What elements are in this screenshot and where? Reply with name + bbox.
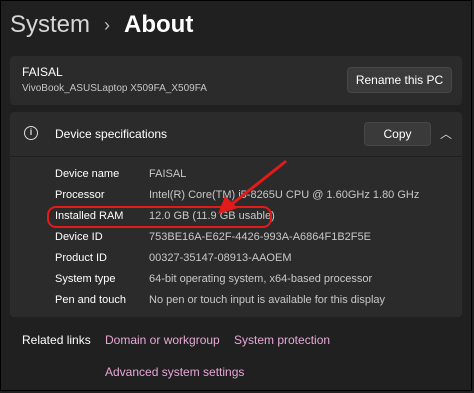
- spec-value: Intel(R) Core(TM) i5-8265U CPU @ 1.60GHz…: [149, 189, 420, 201]
- spec-value: 64-bit operating system, x64-based proce…: [149, 273, 373, 285]
- copy-button[interactable]: Copy: [364, 122, 431, 146]
- spec-label: Processor: [55, 189, 105, 201]
- spec-value: 00327-35147-08913-AAOEM: [149, 252, 292, 264]
- rename-pc-button[interactable]: Rename this PC: [347, 67, 452, 93]
- related-links-label: Related links: [22, 333, 91, 347]
- spec-label: Product ID: [55, 252, 107, 264]
- spec-label: Device name: [55, 168, 120, 180]
- installed-ram-highlight: [47, 206, 272, 228]
- spec-value: FAISAL: [149, 168, 187, 180]
- device-card: FAISAL VivoBook_ASUSLaptop X509FA_X509FA…: [10, 56, 462, 105]
- spec-label: Pen and touch: [55, 294, 126, 306]
- device-model: VivoBook_ASUSLaptop X509FA_X509FA: [22, 83, 207, 94]
- info-icon: i: [24, 126, 38, 140]
- spec-value: 753BE16A-E62F-4426-993A-A6864F1B2F5E: [149, 231, 371, 243]
- spec-label: System type: [55, 273, 116, 285]
- breadcrumb: System › About: [10, 10, 193, 40]
- specs-title: Device specifications: [55, 127, 168, 141]
- link-advanced-system-settings[interactable]: Advanced system settings: [105, 365, 244, 379]
- chevron-up-icon[interactable]: ︿: [440, 125, 452, 142]
- device-name-heading: FAISAL: [22, 65, 63, 79]
- spec-value: No pen or touch input is available for t…: [149, 294, 386, 306]
- page-title: About: [124, 11, 194, 38]
- spec-label: Device ID: [55, 231, 103, 243]
- specs-header[interactable]: i Device specifications Copy ︿: [10, 112, 462, 157]
- link-system-protection[interactable]: System protection: [234, 333, 330, 347]
- breadcrumb-system[interactable]: System: [10, 11, 90, 39]
- breadcrumb-separator-icon: ›: [104, 14, 111, 35]
- link-domain-or-workgroup[interactable]: Domain or workgroup: [105, 333, 220, 347]
